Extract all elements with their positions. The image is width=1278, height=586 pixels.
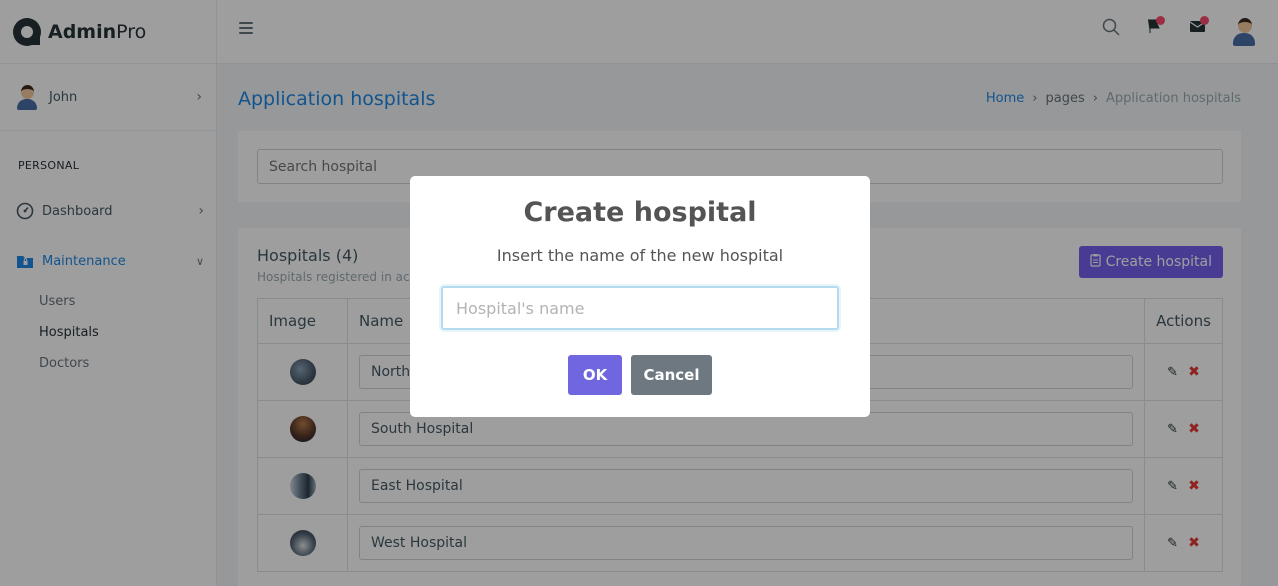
cancel-button[interactable]: Cancel <box>631 355 712 395</box>
create-hospital-dialog: Create hospital Insert the name of the n… <box>410 176 870 417</box>
hospital-name-field[interactable] <box>441 286 839 330</box>
ok-button[interactable]: OK <box>568 355 622 395</box>
dialog-text: Insert the name of the new hospital <box>496 246 784 265</box>
dialog-title: Create hospital <box>523 197 757 228</box>
